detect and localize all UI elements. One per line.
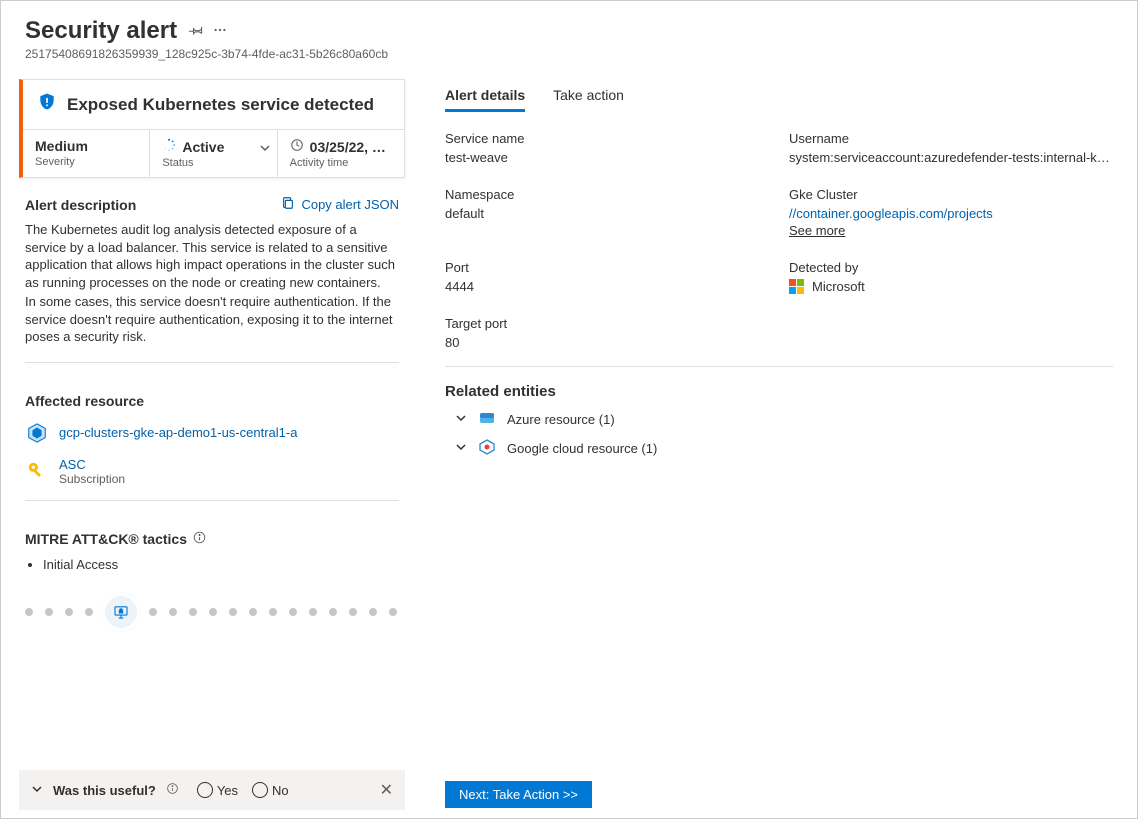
chevron-down-icon[interactable] bbox=[455, 441, 467, 456]
divider bbox=[25, 500, 399, 501]
port-value: 4444 bbox=[445, 279, 765, 294]
pin-icon[interactable] bbox=[189, 23, 203, 40]
tabs: Alert details Take action bbox=[445, 81, 1113, 113]
resource-link[interactable]: ASC bbox=[59, 457, 86, 472]
namespace-value: default bbox=[445, 206, 765, 221]
service-name-label: Service name bbox=[445, 131, 765, 146]
status-spinner-icon bbox=[162, 138, 176, 155]
kubernetes-resource-icon bbox=[25, 421, 49, 445]
target-port-label: Target port bbox=[445, 316, 765, 331]
alert-name: Exposed Kubernetes service detected bbox=[67, 95, 374, 115]
chevron-down-icon[interactable] bbox=[259, 142, 271, 157]
google-cloud-icon bbox=[479, 439, 495, 458]
alert-description-heading: Alert description bbox=[25, 197, 136, 213]
alert-description-text: The Kubernetes audit log analysis detect… bbox=[25, 221, 399, 348]
feedback-bar: Was this useful? Yes No ✕ bbox=[19, 770, 405, 810]
feedback-no-radio[interactable]: No bbox=[252, 782, 289, 798]
page-header: Security alert 25175408691826359939_128c… bbox=[1, 1, 1137, 71]
more-icon[interactable] bbox=[213, 23, 227, 40]
tab-take-action[interactable]: Take action bbox=[553, 81, 624, 112]
alert-summary-card: Exposed Kubernetes service detected Medi… bbox=[19, 79, 405, 178]
feedback-question: Was this useful? bbox=[53, 783, 156, 798]
gke-cluster-link[interactable]: //container.googleapis.com/projects bbox=[789, 206, 993, 221]
detected-by-label: Detected by bbox=[789, 260, 1113, 275]
gke-cluster-label: Gke Cluster bbox=[789, 187, 1113, 202]
username-label: Username bbox=[789, 131, 1113, 146]
status-cell[interactable]: Active Status bbox=[150, 130, 277, 177]
namespace-label: Namespace bbox=[445, 187, 765, 202]
left-panel: Exposed Kubernetes service detected Medi… bbox=[1, 71, 425, 824]
service-name-value: test-weave bbox=[445, 150, 765, 165]
right-panel: Alert details Take action Service name t… bbox=[425, 71, 1137, 824]
info-icon[interactable] bbox=[193, 531, 206, 547]
port-label: Port bbox=[445, 260, 765, 275]
severity-cell: Medium Severity bbox=[23, 130, 150, 177]
shield-icon bbox=[37, 92, 57, 117]
mitre-timeline bbox=[25, 596, 399, 628]
resource-link[interactable]: gcp-clusters-gke-ap-demo1-us-central1-a bbox=[59, 425, 297, 440]
username-value: system:serviceaccount:azuredefender-test… bbox=[789, 150, 1113, 165]
microsoft-logo-icon bbox=[789, 279, 804, 294]
close-icon[interactable]: ✕ bbox=[380, 780, 393, 800]
alert-id: 25175408691826359939_128c925c-3b74-4fde-… bbox=[25, 47, 1113, 61]
page-title: Security alert bbox=[25, 17, 177, 45]
activity-time-cell: 03/25/22, … Activity time bbox=[278, 130, 404, 177]
feedback-yes-radio[interactable]: Yes bbox=[197, 782, 238, 798]
clock-icon bbox=[290, 138, 304, 155]
affected-resource-heading: Affected resource bbox=[25, 393, 399, 409]
related-entities-heading: Related entities bbox=[445, 366, 1113, 400]
related-entity-row[interactable]: Google cloud resource (1) bbox=[445, 429, 1113, 458]
related-entity-row[interactable]: Azure resource (1) bbox=[445, 400, 1113, 429]
affected-resource-item[interactable]: gcp-clusters-gke-ap-demo1-us-central1-a bbox=[25, 421, 399, 445]
mitre-active-tactic-icon[interactable] bbox=[105, 596, 137, 628]
alert-details-grid: Service name test-weave Username system:… bbox=[445, 131, 1113, 350]
chevron-down-icon[interactable] bbox=[455, 412, 467, 427]
azure-resource-icon bbox=[479, 410, 495, 429]
chevron-down-icon[interactable] bbox=[31, 783, 43, 798]
copy-icon bbox=[281, 196, 295, 213]
mitre-heading: MITRE ATT&CK® tactics bbox=[25, 531, 187, 547]
severity-value: Medium bbox=[35, 138, 137, 154]
mitre-tactic-item: Initial Access bbox=[43, 557, 399, 572]
divider bbox=[25, 362, 399, 363]
subscription-key-icon bbox=[25, 459, 49, 483]
affected-resource-item[interactable]: ASC Subscription bbox=[25, 457, 399, 486]
copy-alert-json-button[interactable]: Copy alert JSON bbox=[281, 196, 399, 213]
next-take-action-button[interactable]: Next: Take Action >> bbox=[445, 781, 592, 808]
tab-alert-details[interactable]: Alert details bbox=[445, 81, 525, 112]
target-port-value: 80 bbox=[445, 335, 765, 350]
info-icon[interactable] bbox=[166, 782, 179, 798]
detected-by-value: Microsoft bbox=[812, 279, 865, 294]
see-more-link[interactable]: See more bbox=[789, 223, 845, 238]
